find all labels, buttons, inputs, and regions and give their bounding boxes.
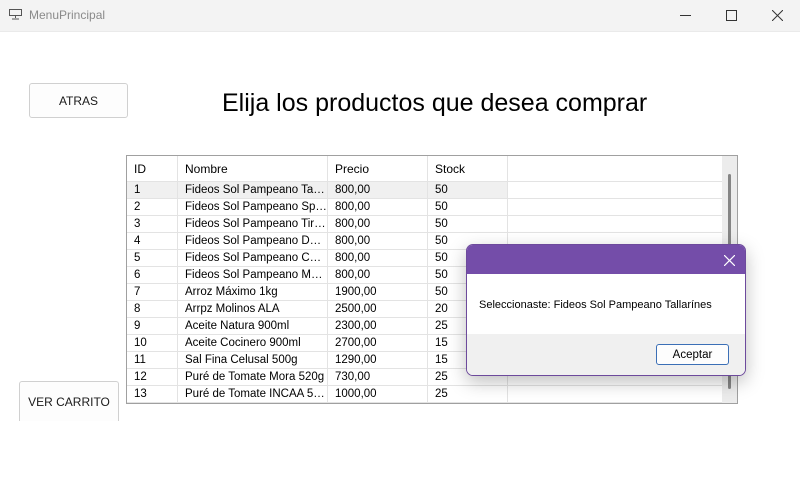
cell-precio[interactable]: 2300,00 (328, 318, 428, 335)
cell-precio[interactable]: 730,00 (328, 369, 428, 386)
cell-precio[interactable]: 1900,00 (328, 284, 428, 301)
column-header-precio[interactable]: Precio (328, 156, 428, 182)
cell-id[interactable]: 12 (127, 369, 178, 386)
table-row[interactable]: 1 Fideos Sol Pampeano Talla... 800,00 50 (127, 182, 722, 199)
close-icon (771, 10, 783, 21)
cell-precio[interactable]: 800,00 (328, 216, 428, 233)
close-icon (723, 254, 735, 266)
cell-id[interactable]: 4 (127, 233, 178, 250)
cell-filler (508, 182, 722, 199)
app-icon (9, 9, 22, 20)
maximize-button[interactable] (708, 0, 754, 31)
dialog-title-bar (467, 245, 745, 274)
accept-button[interactable]: Aceptar (656, 344, 729, 365)
cell-precio[interactable]: 1000,00 (328, 386, 428, 403)
title-bar: MenuPrincipal (0, 0, 800, 32)
cell-nombre[interactable]: Fideos Sol Pampeano Spa... (178, 199, 328, 216)
cell-nombre[interactable]: Arrpz Molinos ALA (178, 301, 328, 318)
cell-nombre[interactable]: Aceite Cocinero 900ml (178, 335, 328, 352)
column-header-id[interactable]: ID (127, 156, 178, 182)
cell-precio[interactable]: 2700,00 (328, 335, 428, 352)
minimize-icon (679, 15, 691, 16)
cell-nombre[interactable]: Sal Fina Celusal 500g (178, 352, 328, 369)
cell-precio[interactable]: 2500,00 (328, 301, 428, 318)
cell-stock[interactable]: 50 (428, 199, 508, 216)
cell-nombre[interactable]: Fideos Sol Pampeano Codo (178, 250, 328, 267)
cell-stock[interactable]: 50 (428, 216, 508, 233)
cell-stock[interactable]: 25 (428, 386, 508, 403)
cell-nombre[interactable]: Puré de Tomate Mora 520g (178, 369, 328, 386)
cell-precio[interactable]: 800,00 (328, 267, 428, 284)
cell-precio[interactable]: 1290,00 (328, 352, 428, 369)
cell-filler (508, 199, 722, 216)
table-row[interactable]: 3 Fideos Sol Pampeano Tira... 800,00 50 (127, 216, 722, 233)
column-header-stock[interactable]: Stock (428, 156, 508, 182)
cell-id[interactable]: 2 (127, 199, 178, 216)
cell-nombre[interactable]: Aceite Natura 900ml (178, 318, 328, 335)
cell-id[interactable]: 7 (127, 284, 178, 301)
cell-id[interactable]: 3 (127, 216, 178, 233)
cell-id[interactable]: 1 (127, 182, 178, 199)
dialog-message: Seleccionaste: Fideos Sol Pampeano Talla… (479, 299, 712, 311)
cell-id[interactable]: 13 (127, 386, 178, 403)
cell-precio[interactable]: 800,00 (328, 250, 428, 267)
cell-filler (508, 216, 722, 233)
cell-precio[interactable]: 800,00 (328, 199, 428, 216)
cell-id[interactable]: 9 (127, 318, 178, 335)
cell-nombre[interactable]: Fideos Sol Pampeano Tira... (178, 216, 328, 233)
cell-id[interactable]: 5 (127, 250, 178, 267)
cell-id[interactable]: 11 (127, 352, 178, 369)
cell-id[interactable]: 10 (127, 335, 178, 352)
cell-precio[interactable]: 800,00 (328, 233, 428, 250)
minimize-button[interactable] (662, 0, 708, 31)
column-header-filler (508, 156, 722, 182)
cell-stock[interactable]: 50 (428, 182, 508, 199)
message-dialog: Seleccionaste: Fideos Sol Pampeano Talla… (466, 244, 746, 376)
dialog-close-button[interactable] (717, 249, 741, 271)
cell-id[interactable]: 6 (127, 267, 178, 284)
cell-nombre[interactable]: Fideos Sol Pampeano Most... (178, 267, 328, 284)
cell-id[interactable]: 8 (127, 301, 178, 318)
column-header-nombre[interactable]: Nombre (178, 156, 328, 182)
table-header: ID Nombre Precio Stock (127, 156, 722, 182)
window-title: MenuPrincipal (29, 8, 106, 22)
close-window-button[interactable] (754, 0, 800, 31)
cell-nombre[interactable]: Arroz Máximo 1kg (178, 284, 328, 301)
dialog-footer: Aceptar (467, 334, 745, 375)
table-row[interactable]: 13 Puré de Tomate INCAA 520g 1000,00 25 (127, 386, 722, 403)
page-title: Elija los productos que desea comprar (222, 89, 648, 117)
back-button[interactable]: ATRAS (29, 83, 128, 118)
cell-filler (508, 386, 722, 403)
table-row[interactable]: 2 Fideos Sol Pampeano Spa... 800,00 50 (127, 199, 722, 216)
view-cart-button[interactable]: VER CARRITO (19, 381, 119, 421)
cell-precio[interactable]: 800,00 (328, 182, 428, 199)
cell-nombre[interactable]: Fideos Sol Pampeano Talla... (178, 182, 328, 199)
cell-nombre[interactable]: Puré de Tomate INCAA 520g (178, 386, 328, 403)
maximize-icon (725, 10, 737, 21)
cell-nombre[interactable]: Fideos Sol Pampeano Dedal (178, 233, 328, 250)
